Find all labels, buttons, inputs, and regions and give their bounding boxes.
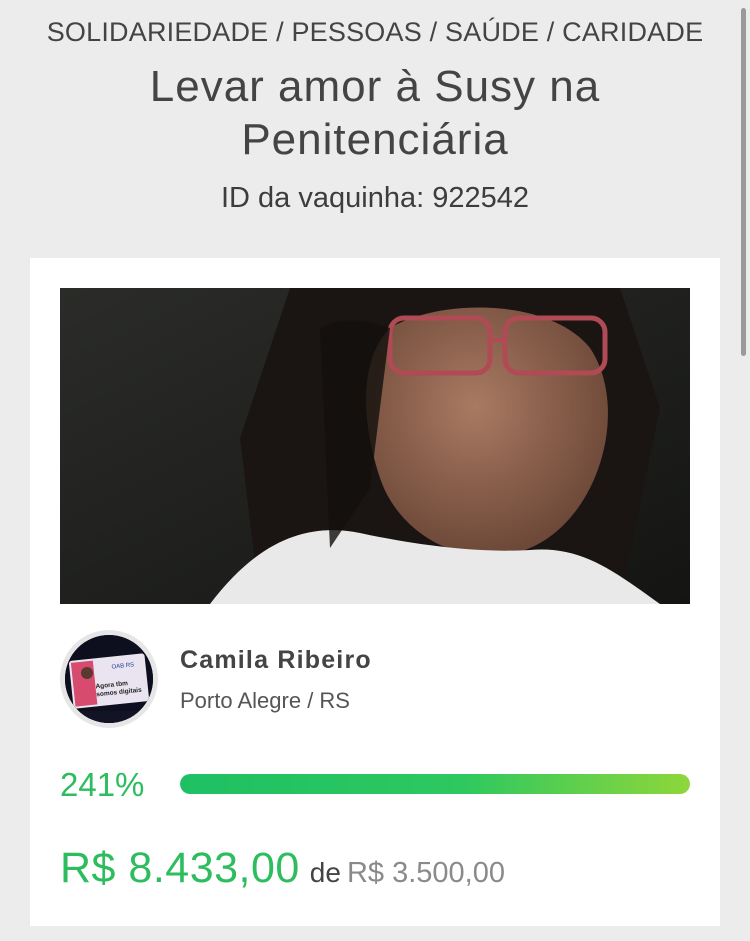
campaign-title: Levar amor à Susy na Penitenciária <box>149 62 601 164</box>
page: SOLIDARIEDADE / PESSOAS / SAÚDE / CARIDA… <box>0 0 750 941</box>
amount-connector: de <box>309 857 341 888</box>
organizer-location: Porto Alegre / RS <box>180 688 350 713</box>
avatar-graphic: OAB RS Agora tbm somos digitais <box>65 635 153 723</box>
category-breadcrumb[interactable]: SOLIDARIEDADE / PESSOAS / SAÚDE / CARIDA… <box>0 17 750 48</box>
organizer-avatar[interactable]: OAB RS Agora tbm somos digitais <box>60 630 158 728</box>
campaign-card: OAB RS Agora tbm somos digitais Camila R… <box>30 258 720 926</box>
organizer-name[interactable]: Camila Ribeiro <box>180 646 372 675</box>
campaign-photo-image <box>60 288 690 604</box>
campaign-id: ID da vaquinha: 922542 <box>221 182 529 214</box>
progress-bar <box>180 774 690 794</box>
progress-bar-fill <box>180 774 690 794</box>
funding-summary: R$ 8.433,00 de R$ 3.500,00 <box>60 844 505 893</box>
amount-goal: R$ 3.500,00 <box>346 857 505 889</box>
organizer-avatar-image: OAB RS Agora tbm somos digitais <box>65 635 153 723</box>
amount-raised: R$ 8.433,00 <box>60 844 300 892</box>
progress-percent: 241% <box>60 766 145 803</box>
campaign-photo[interactable] <box>60 288 690 604</box>
